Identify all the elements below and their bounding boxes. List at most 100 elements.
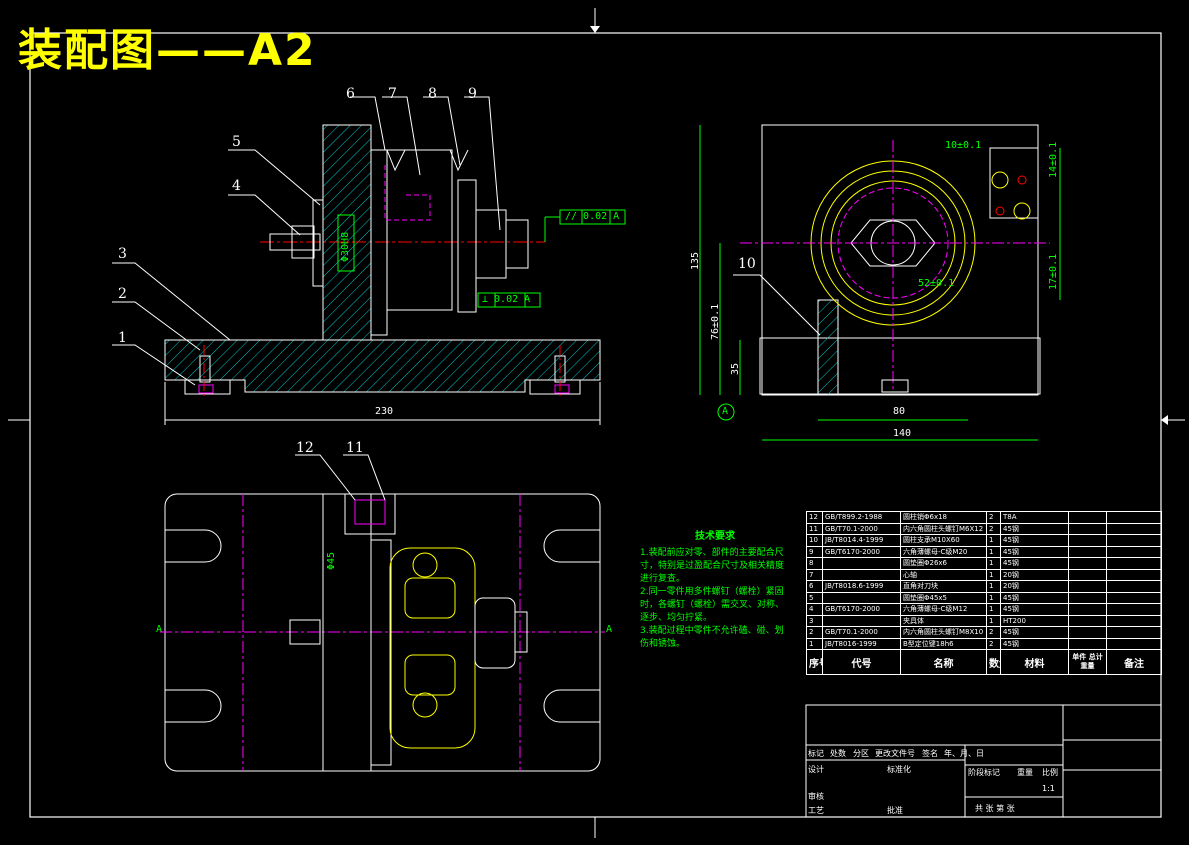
callout-11[interactable]: 11 [346, 440, 364, 456]
tech-item-2: 2.同一零件用多件螺钉（螺栓）紧固时，各螺钉（螺栓）需交叉、对称、逐步、均匀拧紧… [640, 587, 785, 623]
bom-cell-remark [1106, 534, 1162, 547]
bom-cell-qty: 1 [986, 568, 1001, 581]
bom-row: 7 心轴 1 20钢 [806, 568, 1162, 581]
tb-date: 年、月、日 [944, 749, 984, 758]
bom-cell-no: 5 [806, 591, 823, 604]
dim-17: 17±0.1 [1048, 253, 1059, 290]
callout-3[interactable]: 3 [118, 246, 127, 262]
bom-cell-no: 11 [806, 522, 823, 535]
dim-side-h35: 35 [730, 362, 741, 375]
bom-cell-no: 10 [806, 534, 823, 547]
dim-side-width-outer: 140 [893, 428, 912, 439]
bom-row: 10 JB/T8014.4-1999 圆柱支承M10X60 1 45钢 [806, 534, 1162, 547]
sheet-border [29, 32, 1162, 818]
callout-10[interactable]: 10 [738, 256, 756, 272]
bom-header-weight: 单件 总计 重量 [1068, 649, 1107, 675]
bom-cell-weight [1068, 568, 1107, 581]
bom-cell-remark [1106, 626, 1162, 639]
bom-cell-name: 心轴 [900, 568, 987, 581]
bom-cell-code: JB/T8014.4-1999 [822, 534, 901, 547]
bom-cell-weight [1068, 637, 1107, 650]
callout-5[interactable]: 5 [232, 134, 241, 150]
callout-8[interactable]: 8 [428, 86, 437, 102]
bom-cell-material: 45钢 [1000, 545, 1069, 558]
callout-7[interactable]: 7 [388, 86, 397, 102]
side-view [699, 124, 1061, 441]
bom-cell-name: B型定位键18h6 [900, 637, 987, 650]
tech-heading: 技术要求 [695, 531, 735, 542]
tb-zone: 分区 [853, 749, 869, 758]
bom-cell-material: 45钢 [1000, 557, 1069, 570]
tb-process: 工艺 [808, 806, 824, 815]
bom-cell-material: 20钢 [1000, 580, 1069, 593]
tolerance-perpendicularity: ⊥ 0.02 A [482, 294, 531, 305]
bom-cell-name: 直角对刀块 [900, 580, 987, 593]
callout-12[interactable]: 12 [296, 440, 314, 456]
bom-cell-remark [1106, 557, 1162, 570]
bom-cell-name: 圆垫圈Φ26x6 [900, 557, 987, 570]
dim-side-width-inner: 80 [893, 406, 906, 417]
bom-cell-no: 3 [806, 614, 823, 627]
bom-cell-no: 4 [806, 603, 823, 616]
bom-cell-qty: 2 [986, 626, 1001, 639]
bom-header-name: 名称 [900, 649, 987, 675]
tb-mark: 标记 [808, 749, 824, 758]
callout-9[interactable]: 9 [468, 86, 477, 102]
tb-count: 处数 [830, 749, 846, 758]
bom-cell-no: 9 [806, 545, 823, 558]
bom-cell-code: JB/T8016-1999 [822, 637, 901, 650]
bom-cell-name: 夹具体 [900, 614, 987, 627]
bom-cell-remark [1106, 522, 1162, 535]
bom-row: 2 GB/T70.1-2000 内六角圆柱头螺钉M8X10 2 45钢 [806, 626, 1162, 639]
bom-cell-code [822, 614, 901, 627]
bom-cell-code: GB/T70.1-2000 [822, 626, 901, 639]
bom-cell-weight [1068, 545, 1107, 558]
bom-cell-no: 2 [806, 626, 823, 639]
bom-cell-code: GB/T70.1-2000 [822, 522, 901, 535]
tb-weight: 重量 [1017, 768, 1033, 777]
bom-cell-name: 六角薄螺母-C级M12 [900, 603, 987, 616]
bom-cell-material: 45钢 [1000, 603, 1069, 616]
callout-4[interactable]: 4 [232, 178, 241, 194]
callout-6[interactable]: 6 [346, 86, 355, 102]
dim-overall-length: 230 [375, 406, 394, 417]
bom-row: 8 圆垫圈Φ26x6 1 45钢 [806, 557, 1162, 570]
bom-cell-qty: 1 [986, 614, 1001, 627]
drawing-canvas[interactable]: 装配图——A2 6 7 8 9 5 4 3 2 1 10 12 11 230 Φ… [0, 0, 1189, 841]
tb-change-doc: 更改文件号 [875, 749, 915, 758]
bom-cell-name: 内六角圆柱头螺钉M8X10 [900, 626, 987, 639]
bom-header-code: 代号 [822, 649, 901, 675]
bom-cell-remark [1106, 580, 1162, 593]
bom-frame [805, 704, 1162, 818]
tb-scale-value: 1:1 [1042, 784, 1055, 793]
drawing-title: 装配图——A2 [18, 25, 317, 76]
bom-cell-remark [1106, 637, 1162, 650]
front-view [112, 96, 626, 425]
bom-cell-code [822, 557, 901, 570]
bom-row: 9 GB/T6170-2000 六角薄螺母-C级M20 1 45钢 [806, 545, 1162, 558]
tb-approve: 批准 [887, 806, 903, 815]
bom-row: 12 GB/T899.2-1988 圆柱销Φ6x18 2 T8A [806, 511, 1162, 524]
tolerance-parallelism: // 0.02 A [565, 211, 620, 222]
drawing-svg [8, 8, 1185, 838]
callout-2[interactable]: 2 [118, 286, 127, 302]
bom-cell-code: GB/T6170-2000 [822, 603, 901, 616]
tb-scale: 比例 [1042, 768, 1058, 777]
bom-cell-no: 6 [806, 580, 823, 593]
bom-cell-qty: 1 [986, 545, 1001, 558]
bom-cell-no: 8 [806, 557, 823, 570]
bom-cell-name: 圆柱支承M10X60 [900, 534, 987, 547]
bom-cell-remark [1106, 614, 1162, 627]
bom-cell-code: GB/T899.2-1988 [822, 511, 901, 524]
bom-header-material: 材料 [1000, 649, 1069, 675]
callout-1[interactable]: 1 [118, 330, 127, 346]
bom-row: 11 GB/T70.1-2000 内六角圆柱头螺钉M6X12 2 45钢 [806, 522, 1162, 535]
dim-side-height: 135 [690, 251, 701, 270]
tb-sign: 签名 [922, 749, 938, 758]
dim-52: 52±0.1 [918, 278, 955, 289]
tb-review: 审核 [808, 792, 824, 801]
bom-cell-material: 20钢 [1000, 568, 1069, 581]
bom-cell-code [822, 591, 901, 604]
bom-header-total: 总计 [1088, 653, 1103, 661]
bom-cell-name: 六角薄螺母-C级M20 [900, 545, 987, 558]
